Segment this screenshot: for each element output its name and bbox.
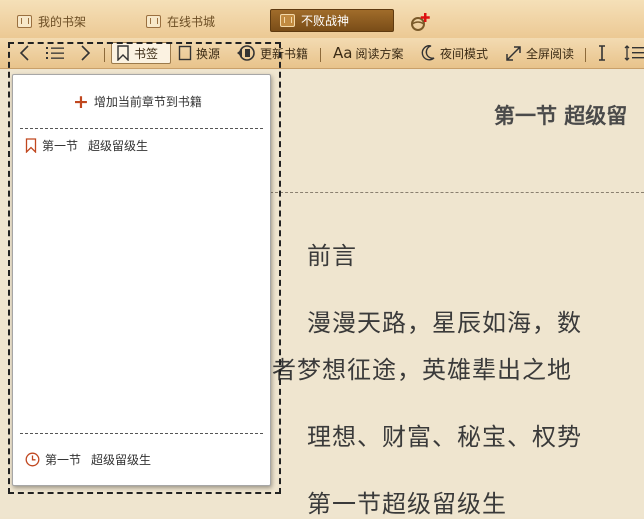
line-spacing-icon xyxy=(624,45,644,61)
tab-label: 我的书架 xyxy=(38,14,87,29)
font-scheme-icon: Aa xyxy=(333,44,353,62)
expand-icon xyxy=(506,45,521,61)
tab-label: 不败战神 xyxy=(301,14,350,28)
night-mode-button[interactable]: 夜间模式 xyxy=(420,42,488,64)
reading-scheme-label: 阅读方案 xyxy=(355,46,404,61)
fullscreen-label: 全屏阅读 xyxy=(526,46,575,61)
reading-scheme-button[interactable]: Aa 阅读方案 xyxy=(333,42,403,64)
text-line: 漫漫天路，星辰如海，数 xyxy=(307,309,582,337)
bookshelf-icon xyxy=(17,14,32,28)
text-line: 理想、财富、秘宝、权势 xyxy=(307,423,582,451)
chapter-title: 第一节 超级留 xyxy=(494,104,628,128)
tab-current-book[interactable]: 不败战神 xyxy=(270,9,394,32)
title-divider xyxy=(270,192,644,193)
line-spacing-button[interactable] xyxy=(624,42,644,64)
text-line: 前言 xyxy=(307,242,357,270)
add-tab-button[interactable] xyxy=(410,11,432,33)
toolbar-separator xyxy=(585,48,586,62)
moon-icon xyxy=(421,45,435,61)
bookstore-icon xyxy=(146,14,161,28)
tab-label: 在线书城 xyxy=(167,14,216,29)
toolbar-separator xyxy=(320,48,321,62)
text-line: 第一节超级留级生 xyxy=(307,490,507,518)
tab-bar: 我的书架 在线书城 不败战神 xyxy=(0,0,644,39)
browser-add-icon xyxy=(411,13,430,31)
text-cursor-icon xyxy=(599,45,605,61)
book-icon xyxy=(280,14,295,27)
text-cursor-button[interactable] xyxy=(597,42,607,64)
text-line: 者梦想征途，英雄辈出之地 xyxy=(272,356,572,384)
tab-online-bookstore[interactable]: 在线书城 xyxy=(146,10,215,32)
tab-my-bookshelf[interactable]: 我的书架 xyxy=(17,10,86,32)
focus-outline xyxy=(8,42,281,494)
fullscreen-button[interactable]: 全屏阅读 xyxy=(505,42,574,64)
night-mode-label: 夜间模式 xyxy=(440,46,489,61)
